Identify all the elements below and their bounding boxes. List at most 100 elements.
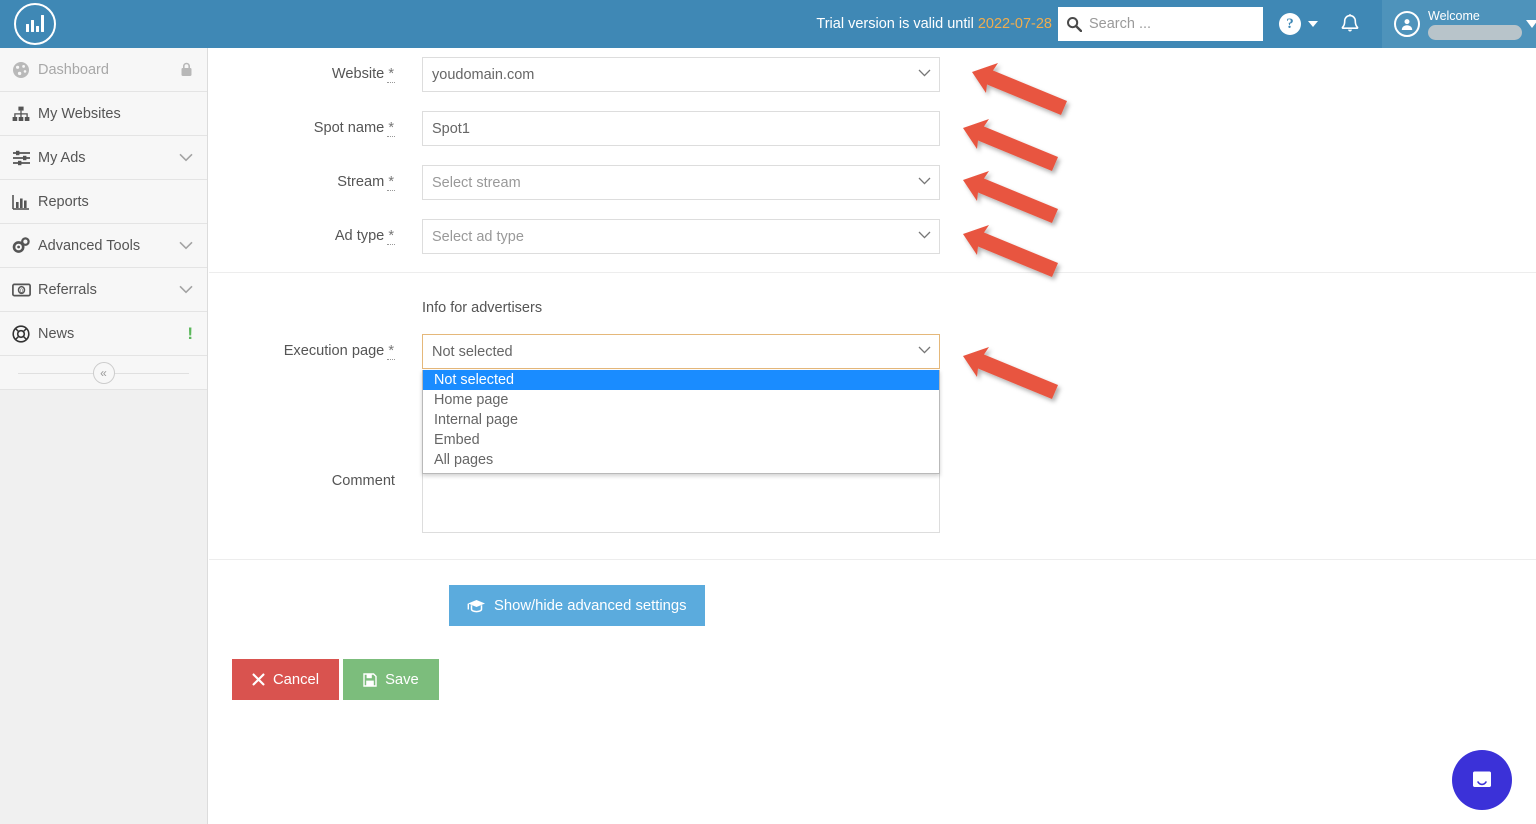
- trial-expiry-date: 2022-07-28: [977, 16, 1052, 32]
- sidebar-item-label: News: [38, 325, 75, 342]
- help-menu[interactable]: ?: [1279, 13, 1318, 35]
- sidebar-item-dashboard[interactable]: Dashboard: [0, 48, 207, 92]
- required-marker: *: [387, 120, 395, 137]
- sidebar-item-label: My Ads: [38, 149, 86, 166]
- money-icon: 0: [12, 283, 38, 297]
- trial-notice-text: Trial version is valid until: [816, 16, 974, 32]
- website-control: [422, 57, 940, 92]
- advanced-settings-row: Show/hide advanced settings: [449, 585, 1536, 626]
- top-navigation-bar: Trial version is valid until 2022-07-28 …: [0, 0, 1536, 48]
- ad-type-control: [422, 219, 940, 254]
- comment-textarea[interactable]: [422, 464, 940, 533]
- stream-label-text: Stream: [337, 174, 385, 190]
- dashboard-icon: [12, 61, 38, 79]
- stream-control: [422, 165, 940, 200]
- form-row-ad-type: Ad type *: [209, 219, 1536, 254]
- execution-page-label-text: Execution page: [283, 343, 385, 359]
- close-icon: [252, 673, 265, 686]
- search-icon: [1066, 16, 1083, 33]
- dropdown-option[interactable]: All pages: [423, 450, 939, 470]
- user-chevron-down-icon: [1526, 20, 1536, 28]
- svg-text:0: 0: [20, 288, 23, 294]
- chevron-down-icon: [179, 241, 193, 250]
- dropdown-option[interactable]: Home page: [423, 390, 939, 410]
- form-action-row: Cancel Save: [232, 659, 1536, 700]
- stream-select[interactable]: [422, 165, 940, 200]
- save-label: Save: [385, 671, 419, 688]
- bar-chart-icon: [12, 194, 38, 210]
- ad-type-select[interactable]: [422, 219, 940, 254]
- sidebar-item-label: Dashboard: [38, 61, 109, 78]
- user-info: Welcome: [1428, 9, 1522, 40]
- trial-notice: Trial version is valid until 2022-07-28: [816, 16, 1052, 32]
- sitemap-icon: [12, 106, 38, 122]
- user-account-menu[interactable]: Welcome: [1382, 0, 1536, 48]
- comment-control: [422, 464, 940, 538]
- sidebar-item-news[interactable]: News !: [0, 312, 207, 356]
- avatar: [1394, 11, 1420, 37]
- sidebar-item-label: Referrals: [38, 281, 97, 298]
- chat-widget-button[interactable]: [1452, 750, 1512, 810]
- sidebar: Dashboard My Websites My Ads Reports Adv…: [0, 48, 208, 824]
- advanced-settings-label: Show/hide advanced settings: [494, 597, 687, 614]
- execution-page-label: Execution page *: [209, 334, 422, 360]
- save-disk-icon: [363, 672, 377, 687]
- app-logo[interactable]: [0, 0, 70, 48]
- execution-page-select[interactable]: [422, 334, 940, 369]
- help-icon: ?: [1279, 13, 1301, 35]
- info-for-advertisers-heading: Info for advertisers: [422, 300, 543, 316]
- cancel-label: Cancel: [273, 671, 320, 688]
- sidebar-item-my-websites[interactable]: My Websites: [0, 92, 207, 136]
- sidebar-item-reports[interactable]: Reports: [0, 180, 207, 224]
- spot-name-control: [422, 111, 940, 146]
- username-redacted: [1428, 24, 1522, 40]
- sidebar-item-label: Reports: [38, 193, 89, 210]
- chevron-down-icon: [179, 285, 193, 294]
- form-row-website: Website *: [209, 57, 1536, 92]
- required-marker: *: [387, 66, 395, 83]
- life-ring-icon: [12, 324, 38, 343]
- website-label-text: Website: [331, 66, 385, 82]
- spot-name-input[interactable]: [422, 111, 940, 146]
- required-marker: *: [387, 174, 395, 191]
- chevron-down-icon: [179, 153, 193, 162]
- required-marker: *: [387, 228, 395, 245]
- execution-page-control: Not selected Home page Internal page Emb…: [422, 334, 940, 474]
- welcome-label: Welcome: [1428, 8, 1480, 23]
- ad-type-label-text: Ad type: [334, 228, 385, 244]
- sidebar-nav-list: Dashboard My Websites My Ads Reports Adv…: [0, 48, 207, 390]
- sidebar-collapse-button[interactable]: «: [92, 362, 115, 384]
- search-input[interactable]: [1089, 16, 1255, 32]
- comment-label: Comment: [331, 473, 395, 489]
- app-root: Trial version is valid until 2022-07-28 …: [0, 0, 1536, 824]
- sidebar-item-label: My Websites: [38, 105, 121, 122]
- search-box[interactable]: [1058, 7, 1263, 41]
- dropdown-option[interactable]: Embed: [423, 430, 939, 450]
- gears-icon: [12, 237, 38, 254]
- sidebar-item-advanced-tools[interactable]: Advanced Tools: [0, 224, 207, 268]
- form-row-execution-page: Execution page* Not selected Home page I…: [209, 334, 1536, 474]
- sidebar-item-my-ads[interactable]: My Ads: [0, 136, 207, 180]
- main-content: Website* Spot name*: [209, 48, 1536, 824]
- required-marker: *: [387, 343, 395, 360]
- notifications-button[interactable]: [1340, 13, 1360, 35]
- lock-icon: [180, 62, 193, 77]
- chat-icon: [1473, 771, 1491, 787]
- show-hide-advanced-settings-button[interactable]: Show/hide advanced settings: [449, 585, 705, 626]
- form-row-stream: Stream *: [209, 165, 1536, 200]
- cancel-button[interactable]: Cancel: [232, 659, 340, 700]
- save-button[interactable]: Save: [343, 659, 439, 700]
- ad-type-label: Ad type *: [209, 219, 422, 245]
- website-label: Website *: [209, 57, 422, 83]
- dropdown-option[interactable]: Not selected: [423, 370, 939, 390]
- chevron-down-icon: [1308, 21, 1318, 27]
- dropdown-option[interactable]: Internal page: [423, 410, 939, 430]
- form-row-spot-name: Spot name *: [209, 111, 1536, 146]
- sidebar-collapse-row: «: [0, 356, 207, 390]
- website-select[interactable]: [422, 57, 940, 92]
- sidebar-item-referrals[interactable]: 0 Referrals: [0, 268, 207, 312]
- execution-page-dropdown-list[interactable]: Not selected Home page Internal page Emb…: [422, 370, 940, 474]
- news-alert-badge: !: [187, 324, 193, 343]
- spot-name-label-text: Spot name: [313, 120, 385, 136]
- sliders-icon: [12, 150, 38, 166]
